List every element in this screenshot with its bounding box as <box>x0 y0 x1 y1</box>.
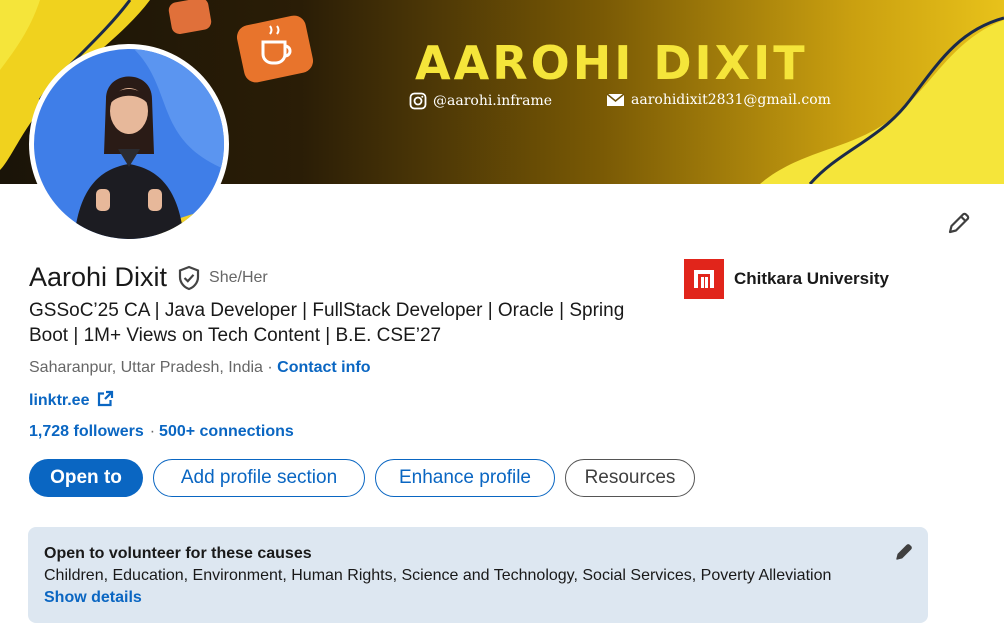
education-entry[interactable]: Chitkara University <box>684 259 889 299</box>
stats-separator: · <box>149 423 156 440</box>
instagram-handle: @aarohi.inframe <box>433 93 553 109</box>
avatar <box>34 49 224 239</box>
banner-title: AAROHI DIXIT <box>415 36 808 90</box>
profile-photo[interactable] <box>29 44 229 244</box>
volunteer-causes: Children, Education, Environment, Human … <box>44 567 832 584</box>
connections-link[interactable]: 500+ connections <box>159 423 294 440</box>
resources-button[interactable]: Resources <box>565 459 695 497</box>
edit-intro-button[interactable] <box>942 208 976 242</box>
open-to-button[interactable]: Open to <box>29 459 143 497</box>
external-link-icon <box>97 390 114 412</box>
university-name: Chitkara University <box>734 269 889 288</box>
volunteer-causes-card: Open to volunteer for these causes Child… <box>28 527 928 623</box>
location-separator: · <box>262 359 278 376</box>
website-text: linktr.ee <box>29 392 90 409</box>
banner-email: aarohidixit2831@gmail.com <box>606 92 831 108</box>
enhance-profile-button[interactable]: Enhance profile <box>375 459 555 497</box>
network-stats: 1,728 followers · 500+ connections <box>29 423 294 441</box>
banner-instagram: @aarohi.inframe <box>409 92 552 110</box>
mail-icon <box>606 93 625 107</box>
email-address: aarohidixit2831@gmail.com <box>631 92 831 108</box>
location-text: Saharanpur, Uttar Pradesh, India <box>29 359 263 376</box>
show-details-link[interactable]: Show details <box>44 589 912 607</box>
followers-link[interactable]: 1,728 followers <box>29 423 144 440</box>
add-profile-section-button[interactable]: Add profile section <box>153 459 365 497</box>
profile-name: Aarohi Dixit <box>29 262 168 292</box>
name-row: Aarohi Dixit She/Her <box>29 262 268 293</box>
website-link[interactable]: linktr.ee <box>29 390 114 412</box>
profile-headline: GSSoC’25 CA | Java Developer | FullStack… <box>29 300 625 346</box>
university-logo <box>684 259 724 299</box>
verified-shield-icon[interactable] <box>177 265 201 291</box>
pronouns: She/Her <box>209 268 268 286</box>
volunteer-title: Open to volunteer for these causes <box>44 545 312 562</box>
pencil-icon <box>946 210 972 241</box>
pencil-icon[interactable] <box>894 542 914 567</box>
location-row: Saharanpur, Uttar Pradesh, India · Conta… <box>29 359 370 377</box>
instagram-icon <box>409 92 427 110</box>
contact-info-link[interactable]: Contact info <box>277 359 370 376</box>
